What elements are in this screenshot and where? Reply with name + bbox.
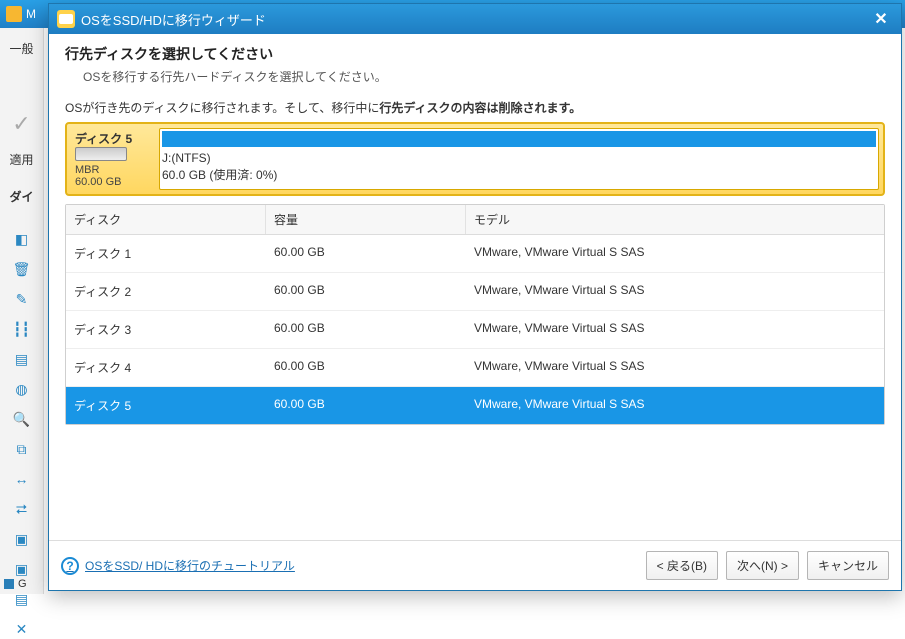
flag-icon[interactable]: ▣	[12, 529, 32, 549]
disk-card-size: 60.00 GB	[75, 176, 149, 188]
disk-card-left: ディスク 5 MBR 60.00 GB	[71, 128, 153, 190]
cell-capacity: 60.00 GB	[266, 235, 466, 272]
partition-info: J:(NTFS) 60.0 GB (使用済: 0%)	[162, 150, 876, 184]
disk-card-name: ディスク 5	[75, 130, 149, 147]
disk-list: ディスク 容量 モデル ディスク 160.00 GBVMware, VMware…	[65, 204, 885, 425]
cell-disk: ディスク 4	[66, 349, 266, 386]
sliders-icon[interactable]: ┇┇	[12, 319, 32, 339]
bg-status-text: G	[18, 578, 27, 590]
disk-card-right: J:(NTFS) 60.0 GB (使用済: 0%)	[159, 128, 879, 190]
doc-icon[interactable]: ▤	[12, 349, 32, 369]
help-icon: ?	[61, 557, 79, 575]
cell-model: VMware, VMware Virtual S SAS	[466, 235, 884, 272]
migration-wizard-dialog: OSをSSD/HDに移行ウィザード ✕ 行先ディスクを選択してください OSを移…	[48, 3, 902, 591]
disk-list-header: ディスク 容量 モデル	[66, 205, 884, 235]
disk-card-scheme: MBR	[75, 164, 149, 176]
header-capacity[interactable]: 容量	[266, 205, 466, 234]
cell-model: VMware, VMware Virtual S SAS	[466, 387, 884, 424]
partition-size: 60.0 GB (使用済: 0%)	[162, 168, 277, 182]
cell-disk: ディスク 5	[66, 387, 266, 424]
app-icon	[6, 6, 22, 22]
cell-capacity: 60.00 GB	[266, 273, 466, 310]
dialog-title: OSをSSD/HDに移行ウィザード	[81, 10, 266, 29]
bg-tab-apply[interactable]: 適用	[9, 145, 33, 174]
copy-icon[interactable]: ⧉	[12, 439, 32, 459]
table-row[interactable]: ディスク 360.00 GBVMware, VMware Virtual S S…	[66, 311, 884, 349]
dialog-footer: ? OSをSSD/ HDに移行のチュートリアル < 戻る(B) 次へ(N) > …	[49, 540, 901, 590]
table-row[interactable]: ディスク 460.00 GBVMware, VMware Virtual S S…	[66, 349, 884, 387]
status-square-icon	[4, 579, 14, 589]
partition-label: J:(NTFS)	[162, 151, 211, 165]
tool-icon[interactable]: ◧	[12, 229, 32, 249]
dialog-titlebar[interactable]: OSをSSD/HDに移行ウィザード ✕	[49, 4, 901, 34]
disk-list-body: ディスク 160.00 GBVMware, VMware Virtual S S…	[66, 235, 884, 424]
wizard-icon	[57, 10, 75, 28]
flag2-icon[interactable]: ▣	[12, 559, 32, 579]
cell-disk: ディスク 3	[66, 311, 266, 348]
search-icon[interactable]: 🔍	[12, 409, 32, 429]
cell-capacity: 60.00 GB	[266, 349, 466, 386]
bg-status: G	[4, 578, 27, 590]
back-button[interactable]: < 戻る(B)	[646, 551, 718, 580]
dialog-body: 行先ディスクを選択してください OSを移行する行先ハードディスクを選択してくださ…	[49, 34, 901, 540]
selected-disk-card: ディスク 5 MBR 60.00 GB J:(NTFS) 60.0 GB (使用…	[65, 122, 885, 196]
explain-bold: 行先ディスクの内容は削除されます。	[379, 101, 581, 115]
table-row[interactable]: ディスク 260.00 GBVMware, VMware Virtual S S…	[66, 273, 884, 311]
arrows-icon[interactable]: ↔	[12, 469, 32, 489]
bg-tab-general[interactable]: 一般	[9, 34, 33, 63]
page-heading: 行先ディスクを選択してください	[65, 44, 885, 64]
table-row[interactable]: ディスク 560.00 GBVMware, VMware Virtual S S…	[66, 387, 884, 424]
check-icon: ✓	[12, 111, 30, 137]
table-row[interactable]: ディスク 160.00 GBVMware, VMware Virtual S S…	[66, 235, 884, 273]
cell-model: VMware, VMware Virtual S SAS	[466, 273, 884, 310]
edit-icon[interactable]: ✎	[12, 289, 32, 309]
cell-model: VMware, VMware Virtual S SAS	[466, 349, 884, 386]
partition-bar[interactable]	[162, 131, 876, 147]
cell-capacity: 60.00 GB	[266, 387, 466, 424]
header-disk[interactable]: ディスク	[66, 205, 266, 234]
explain-prefix: OSが行き先のディスクに移行されます。そして、移行中に	[65, 101, 379, 115]
tutorial-link[interactable]: ? OSをSSD/ HDに移行のチュートリアル	[61, 557, 295, 575]
bg-sidebar: 一般 ✓ 適用 ダイ ◧ 🗑 ✎ ┇┇ ▤ ◍ 🔍 ⧉ ↔ ⮂ ▣ ▣ ▤ ✕	[0, 28, 44, 594]
tutorial-text: OSをSSD/ HDに移行のチュートリアル	[85, 557, 295, 574]
x-icon[interactable]: ✕	[12, 619, 32, 639]
globe-icon[interactable]: ◍	[12, 379, 32, 399]
shield-icon[interactable]: ▤	[12, 589, 32, 609]
cell-model: VMware, VMware Virtual S SAS	[466, 311, 884, 348]
header-model[interactable]: モデル	[466, 205, 884, 234]
cell-capacity: 60.00 GB	[266, 311, 466, 348]
bg-tab-disk[interactable]: ダイ	[9, 182, 33, 211]
page-subheading: OSを移行する行先ハードディスクを選択してください。	[83, 68, 885, 85]
close-icon[interactable]: ✕	[869, 7, 893, 31]
explain-text: OSが行き先のディスクに移行されます。そして、移行中に行先ディスクの内容は削除さ…	[65, 99, 885, 116]
disk-image-icon	[75, 147, 127, 161]
cancel-button[interactable]: キャンセル	[807, 551, 889, 580]
cell-disk: ディスク 1	[66, 235, 266, 272]
next-button[interactable]: 次へ(N) >	[726, 551, 799, 580]
bg-title: M	[26, 7, 36, 21]
trash-icon[interactable]: 🗑	[12, 259, 32, 279]
bg-tool-icons: ◧ 🗑 ✎ ┇┇ ▤ ◍ 🔍 ⧉ ↔ ⮂ ▣ ▣ ▤ ✕	[12, 219, 32, 639]
link-icon[interactable]: ⮂	[12, 499, 32, 519]
cell-disk: ディスク 2	[66, 273, 266, 310]
